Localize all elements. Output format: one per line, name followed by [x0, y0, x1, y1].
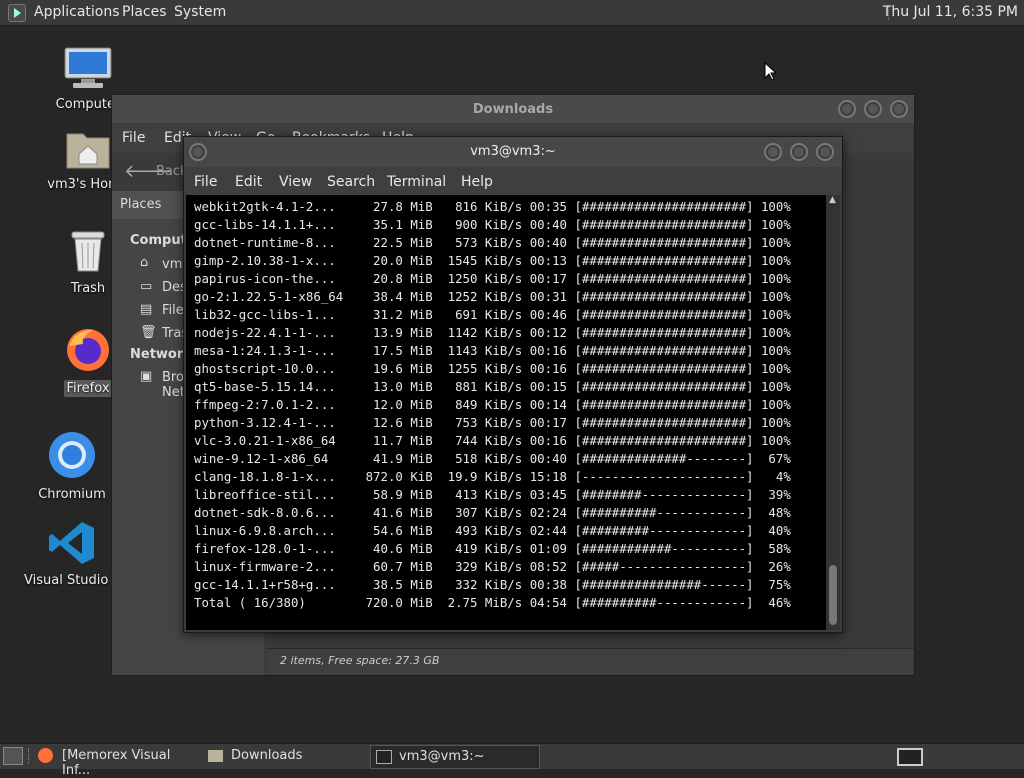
- menu-edit[interactable]: Edit: [235, 174, 262, 190]
- system-menu[interactable]: System: [174, 4, 226, 20]
- terminal-line: gimp-2.10.38-1-x... 20.0 MiB 1545 KiB/s …: [194, 253, 791, 268]
- taskbar-item-downloads[interactable]: Downloads: [206, 745, 364, 767]
- desktop-icon-label: Trash: [70, 281, 106, 296]
- sidebar-item-home-icon: ⌂: [140, 255, 149, 270]
- menu-help[interactable]: Help: [461, 174, 493, 190]
- terminal-window[interactable]: vm3@vm3:~ File Edit View Search Terminal…: [183, 136, 843, 633]
- mouse-pointer-icon: [764, 62, 778, 81]
- folder-icon: [208, 750, 223, 762]
- maximize-button[interactable]: [790, 143, 808, 161]
- terminal-line: gcc-14.1.1+r58+g... 38.5 MiB 332 KiB/s 0…: [194, 577, 791, 592]
- minimize-button[interactable]: [764, 143, 782, 161]
- vscode-icon: [49, 522, 94, 564]
- terminal-titlebar[interactable]: vm3@vm3:~: [184, 137, 842, 167]
- desktop-icon-chromium[interactable]: Chromium: [22, 430, 122, 503]
- terminal-line: clang-18.1.8-1-x... 872.0 KiB 19.9 KiB/s…: [194, 469, 791, 484]
- menu-terminal[interactable]: Terminal: [387, 174, 446, 190]
- terminal-scrollbar[interactable]: ▲: [826, 195, 840, 630]
- status-bar: 2 items, Free space: 27.3 GB: [266, 648, 914, 675]
- workspace-switcher-icon[interactable]: [897, 748, 923, 766]
- terminal-line: linux-firmware-2... 60.7 MiB 329 KiB/s 0…: [194, 559, 791, 574]
- terminal-icon: [376, 750, 392, 764]
- terminal-line: go-2:1.22.5-1-x86_64 38.4 MiB 1252 KiB/s…: [194, 289, 791, 304]
- terminal-line: wine-9.12-1-x86_64 41.9 MiB 518 KiB/s 00…: [194, 451, 791, 466]
- scroll-up-icon[interactable]: ▲: [829, 195, 836, 205]
- desktop-folder-icon: ▭: [140, 279, 153, 294]
- taskbar-item-label: Downloads: [231, 748, 303, 763]
- terminal-line: libreoffice-stil... 58.9 MiB 413 KiB/s 0…: [194, 487, 791, 502]
- window-title: vm3@vm3:~: [470, 144, 556, 159]
- show-desktop-icon[interactable]: [3, 747, 23, 765]
- clock[interactable]: Thu Jul 11, 6:35 PM: [883, 4, 1018, 20]
- taskbar-item-firefox[interactable]: [Memorex Visual Inf...: [36, 745, 202, 778]
- close-button[interactable]: [890, 100, 908, 118]
- terminal-line: python-3.12.4-1-... 12.6 MiB 753 KiB/s 0…: [194, 415, 791, 430]
- close-button[interactable]: [816, 143, 834, 161]
- menu-view[interactable]: View: [279, 174, 312, 190]
- panel-separator: [28, 748, 31, 764]
- taskbar-item-label: [Memorex Visual Inf...: [62, 748, 171, 778]
- terminal-menubar: File Edit View Search Terminal Help: [184, 167, 842, 195]
- taskbar-item-terminal[interactable]: vm3@vm3:~: [370, 745, 540, 769]
- terminal-line: gcc-libs-14.1.1+... 35.1 MiB 900 KiB/s 0…: [194, 217, 791, 232]
- terminal-line: ffmpeg-2:7.0.1-2... 12.0 MiB 849 KiB/s 0…: [194, 397, 791, 412]
- terminal-line: webkit2gtk-4.1-2... 27.8 MiB 816 KiB/s 0…: [194, 199, 791, 214]
- firefox-icon: [38, 748, 53, 763]
- bottom-panel: [Memorex Visual Inf... Downloads vm3@vm3…: [0, 743, 1024, 778]
- sidebar-heading: Places: [120, 197, 162, 212]
- file-manager-titlebar[interactable]: Downloads: [112, 95, 914, 123]
- menu-search[interactable]: Search: [327, 174, 375, 190]
- terminal-line: linux-6.9.8.arch... 54.6 MiB 493 KiB/s 0…: [194, 523, 791, 538]
- desktop-icon-label: Chromium: [38, 487, 106, 502]
- places-menu[interactable]: Places: [122, 4, 167, 20]
- terminal-line: Total ( 16/380) 720.0 MiB 2.75 MiB/s 04:…: [194, 595, 791, 610]
- network-icon: ▣: [140, 369, 153, 384]
- desktop-icon-vscode[interactable]: Visual Studio Code: [22, 520, 146, 589]
- maximize-button[interactable]: [864, 100, 882, 118]
- terminal-line: papirus-icon-the... 20.8 MiB 1250 KiB/s …: [194, 271, 791, 286]
- firefox-icon: [67, 329, 109, 371]
- terminal-line: lib32-gcc-libs-1... 31.2 MiB 691 KiB/s 0…: [194, 307, 791, 322]
- terminal-line: vlc-3.0.21-1-x86_64 11.7 MiB 744 KiB/s 0…: [194, 433, 791, 448]
- top-panel: Applications Places System Thu Jul 11, 6…: [0, 0, 1024, 26]
- terminal-line: qt5-base-5.15.14... 13.0 MiB 881 KiB/s 0…: [194, 379, 791, 394]
- chromium-icon: [49, 432, 95, 478]
- minimize-button[interactable]: [838, 100, 856, 118]
- applications-menu-icon[interactable]: [8, 4, 26, 22]
- applications-menu[interactable]: Applications: [34, 4, 120, 20]
- desktop-icon-label: Firefox: [64, 380, 112, 397]
- drive-icon: ▤: [140, 302, 153, 317]
- menu-file[interactable]: File: [194, 174, 217, 190]
- scrollbar-thumb[interactable]: [829, 565, 837, 625]
- trash-icon: [71, 231, 105, 272]
- taskbar-item-label: vm3@vm3:~: [399, 749, 485, 764]
- status-text: 2 items, Free space: 27.3 GB: [280, 654, 440, 667]
- terminal-line: dotnet-sdk-8.0.6... 41.6 MiB 307 KiB/s 0…: [194, 505, 791, 520]
- terminal-output[interactable]: webkit2gtk-4.1-2... 27.8 MiB 816 KiB/s 0…: [186, 195, 826, 630]
- terminal-line: nodejs-22.4.1-1-... 13.9 MiB 1142 KiB/s …: [194, 325, 791, 340]
- terminal-line: firefox-128.0-1-... 40.6 MiB 419 KiB/s 0…: [194, 541, 791, 556]
- computer-icon: [64, 47, 112, 88]
- menu-file[interactable]: File: [122, 130, 145, 146]
- window-title: Downloads: [472, 102, 554, 117]
- terminal-line: mesa-1:24.1.3-1-... 17.5 MiB 1143 KiB/s …: [194, 343, 791, 358]
- terminal-line: dotnet-runtime-8... 22.5 MiB 573 KiB/s 0…: [194, 235, 791, 250]
- trash-small-icon: 🗑: [140, 325, 157, 340]
- home-folder-icon: [66, 133, 110, 169]
- terminal-line: ghostscript-10.0... 19.6 MiB 1255 KiB/s …: [194, 361, 791, 376]
